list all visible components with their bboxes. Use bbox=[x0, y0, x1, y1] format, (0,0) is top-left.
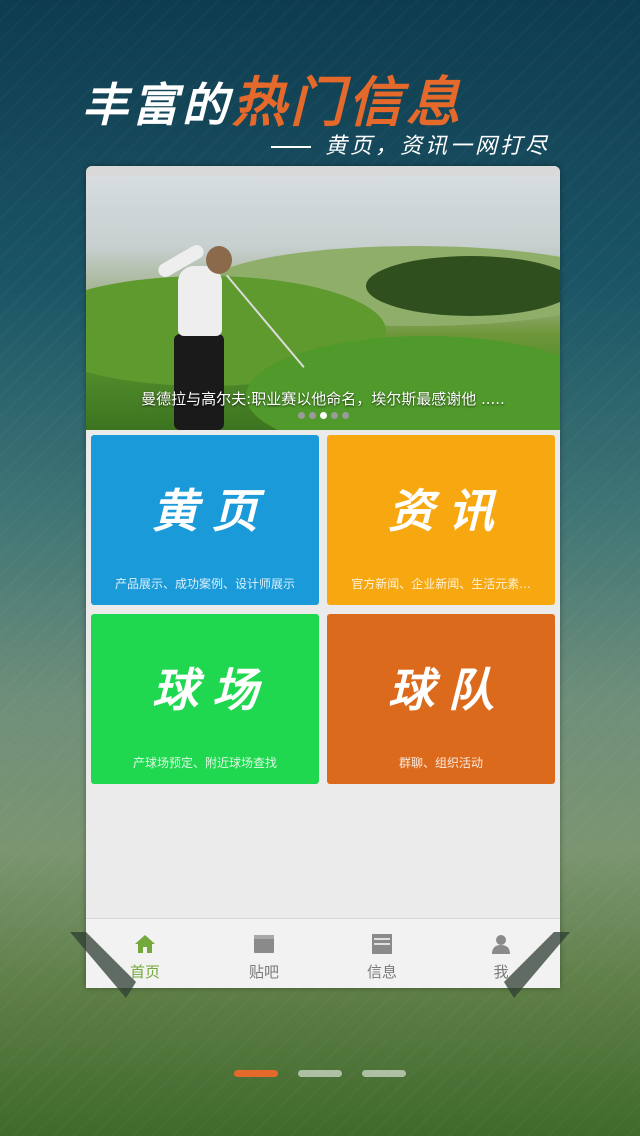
tab-info[interactable]: 信息 bbox=[323, 919, 441, 988]
tile-subtitle: 产球场预定、附近球场查找 bbox=[132, 756, 277, 770]
hero-caption[interactable]: 曼德拉与高尔夫:职业赛以他命名，埃尔斯最感谢他 ..... bbox=[86, 388, 560, 409]
page-indicator-bar[interactable] bbox=[298, 1070, 342, 1077]
tile-title: 资讯 bbox=[388, 484, 508, 538]
golfer-body bbox=[178, 266, 222, 336]
tile-subtitle: 官方新闻、企业新闻、生活元素... bbox=[351, 577, 531, 591]
tile-teams[interactable]: 球队 群聊、组织活动 bbox=[327, 614, 555, 784]
hero-dots bbox=[86, 412, 560, 419]
page-indicator-bar[interactable] bbox=[362, 1070, 406, 1077]
phone-fold-right bbox=[504, 932, 570, 998]
tab-forum[interactable]: 贴吧 bbox=[205, 919, 323, 988]
carousel-dot[interactable] bbox=[330, 412, 338, 419]
carousel-dot[interactable] bbox=[319, 412, 327, 419]
tile-title: 球场 bbox=[152, 663, 272, 717]
page-indicator-bar[interactable] bbox=[234, 1070, 278, 1077]
tile-title: 黄页 bbox=[152, 484, 272, 538]
subtitle-text: 黄页，资讯一网打尽 bbox=[324, 134, 550, 159]
page-indicator bbox=[0, 1070, 640, 1077]
tile-news[interactable]: 资讯 官方新闻、企业新闻、生活元素... bbox=[327, 435, 555, 605]
tab-label: 信息 bbox=[366, 963, 397, 981]
tile-title: 球队 bbox=[388, 663, 508, 717]
hero-trees bbox=[366, 256, 560, 316]
tile-subtitle: 群聊、组织活动 bbox=[398, 756, 483, 770]
carousel-dot[interactable] bbox=[308, 412, 316, 419]
headline: 丰富的热门信息 bbox=[82, 58, 464, 137]
headline-part1: 丰富的 bbox=[82, 78, 232, 132]
home-icon bbox=[135, 935, 155, 953]
headline-part2: 热门信息 bbox=[232, 70, 464, 134]
golfer-head bbox=[206, 246, 232, 274]
forum-icon bbox=[254, 935, 274, 953]
subtitle-dash bbox=[270, 146, 311, 148]
phone-frame: 曼德拉与高尔夫:职业赛以他命名，埃尔斯最感谢他 ..... 黄页 产品展示、成功… bbox=[86, 166, 560, 988]
tab-label: 贴吧 bbox=[248, 963, 279, 981]
tile-yellow-pages[interactable]: 黄页 产品展示、成功案例、设计师展示 bbox=[91, 435, 319, 605]
tab-bar: 首页 贴吧 信息 我 bbox=[86, 918, 560, 988]
phone-top-edge bbox=[86, 166, 560, 176]
headline-subtitle: 黄页，资讯一网打尽 bbox=[270, 128, 550, 160]
carousel-dot[interactable] bbox=[341, 412, 349, 419]
phone-fold-left bbox=[70, 932, 136, 998]
news-icon bbox=[372, 934, 392, 954]
tile-subtitle: 产品展示、成功案例、设计师展示 bbox=[114, 577, 295, 591]
tile-courses[interactable]: 球场 产球场预定、附近球场查找 bbox=[91, 614, 319, 784]
carousel-dot[interactable] bbox=[297, 412, 305, 419]
hero-banner[interactable]: 曼德拉与高尔夫:职业赛以他命名，埃尔斯最感谢他 ..... bbox=[86, 176, 560, 430]
